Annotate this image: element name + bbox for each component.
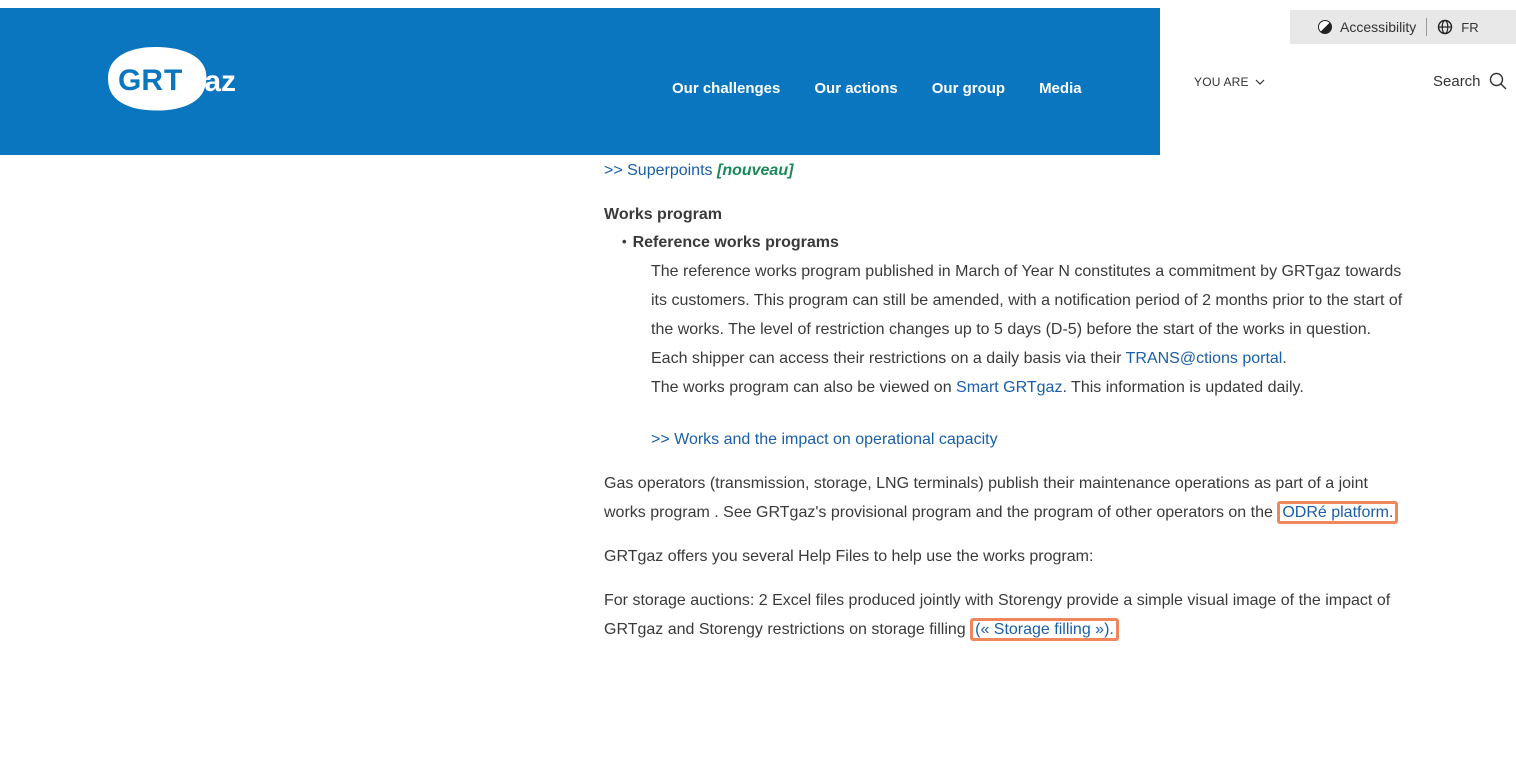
main-nav: Our challenges Our actions Our group Med… [672, 80, 1082, 97]
storage-highlight: (« Storage filling »). [970, 618, 1119, 641]
reference-works-body: The reference works program published in… [651, 257, 1404, 454]
nav-our-actions[interactable]: Our actions [814, 80, 897, 97]
reference-works-heading: Reference works programs [622, 229, 1404, 257]
svg-text:GR: GR [118, 64, 163, 97]
gas-operators-text: Gas operators (transmission, storage, LN… [604, 475, 1368, 521]
contrast-icon [1315, 17, 1335, 37]
main-content: >> Superpoints [nouveau] Works program R… [604, 156, 1404, 644]
smart-text: The works program can also be viewed on [651, 379, 957, 396]
gas-operators-paragraph: Gas operators (transmission, storage, LN… [604, 469, 1404, 527]
smart-grtgaz-link[interactable]: Smart GRTgaz [956, 379, 1062, 396]
site-header: GR T gaz Our challenges Our actions Our … [0, 8, 1160, 155]
transactions-paragraph: Each shipper can access their restrictio… [651, 344, 1404, 373]
you-are-dropdown[interactable]: YOU ARE [1194, 75, 1265, 89]
utility-divider [1426, 18, 1428, 36]
language-switch[interactable]: FR [1437, 19, 1479, 35]
help-files-paragraph: GRTgaz offers you several Help Files to … [604, 548, 1094, 565]
reference-works-paragraph: The reference works program published in… [651, 263, 1403, 338]
impact-line: >> Works and the impact on operational c… [651, 425, 1404, 454]
you-are-label: YOU ARE [1194, 75, 1249, 89]
nav-our-challenges[interactable]: Our challenges [672, 80, 780, 97]
new-tag: [nouveau] [716, 162, 794, 179]
search-icon [1489, 72, 1507, 90]
works-program-heading: Works program [604, 206, 722, 223]
smart-grtgaz-paragraph: The works program can also be viewed on … [651, 373, 1404, 402]
storage-paragraph: For storage auctions: 2 Excel files prod… [604, 586, 1404, 644]
nav-media[interactable]: Media [1039, 80, 1082, 97]
language-label: FR [1461, 19, 1479, 35]
transactions-portal-link[interactable]: TRANS@ctions portal [1126, 350, 1283, 367]
superpoints-line: >> Superpoints [nouveau] [604, 156, 1404, 185]
smart-text-end: . This information is updated daily. [1062, 379, 1304, 396]
svg-text:T: T [164, 64, 182, 97]
transactions-text-end: . [1282, 350, 1287, 367]
search-button[interactable]: Search [1433, 72, 1507, 90]
chevron-down-icon [1255, 79, 1265, 85]
svg-text:gaz: gaz [186, 65, 236, 98]
accessibility-button[interactable]: Accessibility [1315, 17, 1417, 37]
accessibility-label: Accessibility [1340, 19, 1417, 35]
nav-our-group[interactable]: Our group [932, 80, 1005, 97]
odre-highlight: ODRé platform. [1277, 501, 1399, 524]
odre-platform-link[interactable]: ODRé platform. [1282, 504, 1393, 521]
works-impact-link[interactable]: >> Works and the impact on operational c… [651, 431, 998, 448]
grtgaz-logo[interactable]: GR T gaz [100, 38, 250, 118]
storage-filling-link[interactable]: (« Storage filling »). [975, 621, 1114, 638]
transactions-text: Each shipper can access their restrictio… [651, 350, 1126, 367]
search-label: Search [1433, 72, 1481, 90]
utility-bar: Accessibility FR [1290, 10, 1516, 44]
globe-icon [1438, 19, 1453, 35]
superpoints-link[interactable]: >> Superpoints [604, 162, 713, 179]
